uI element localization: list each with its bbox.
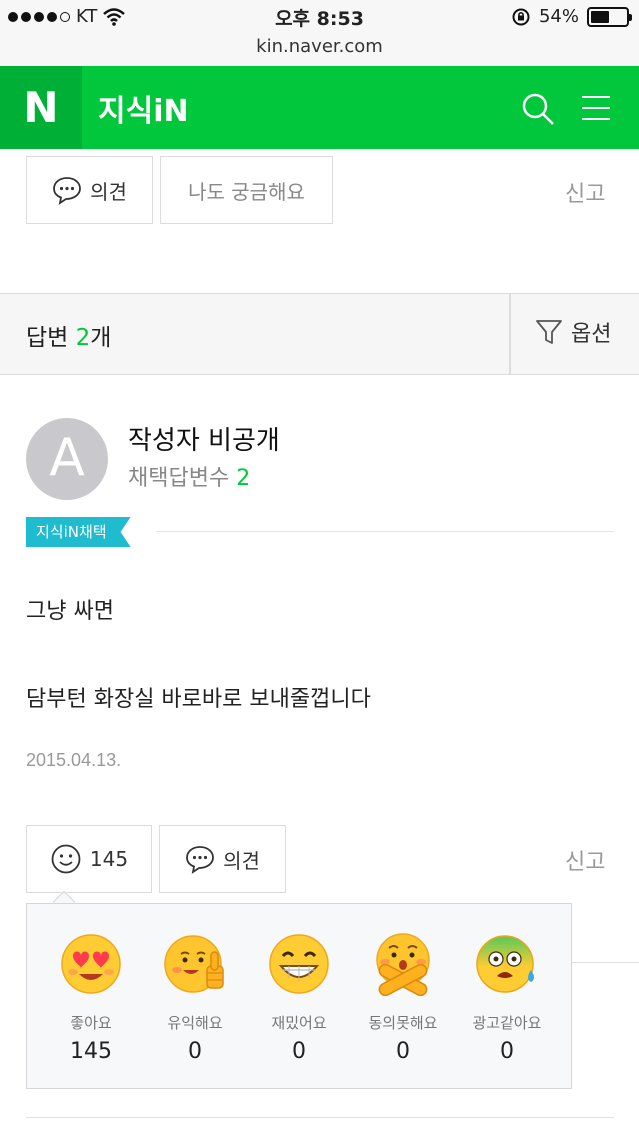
options-label: 옵션 xyxy=(571,322,612,347)
answer-date: 2015.04.13. xyxy=(26,750,122,770)
reaction-label: 좋아요 xyxy=(70,1014,112,1032)
opinion-label: 의견 xyxy=(223,848,260,873)
curious-label: 나도 궁금해요 xyxy=(188,179,305,204)
adopted-badge: 지식iN채택 xyxy=(26,517,131,547)
battery-icon xyxy=(587,6,632,27)
status-bar: KT 오후 8:53 54% xyxy=(0,0,639,36)
question-opinion-button[interactable]: 의견 xyxy=(26,156,153,224)
reaction-count: 0 xyxy=(188,1039,202,1064)
menu-icon[interactable] xyxy=(582,94,610,122)
answer-count: 답변 2개 xyxy=(26,325,112,351)
answer-line-2: 담부턴 화장실 바로바로 보내줄껍니다 xyxy=(26,687,371,712)
curious-too-button[interactable]: 나도 궁금해요 xyxy=(160,156,333,224)
speech-bubble-icon xyxy=(186,846,214,874)
naver-logo[interactable]: N xyxy=(0,66,82,149)
divider xyxy=(26,1117,614,1118)
battery-fill xyxy=(591,10,610,23)
divider xyxy=(156,531,614,532)
reaction-label: 광고같아요 xyxy=(472,1014,542,1032)
reaction-count: 0 xyxy=(500,1039,514,1064)
answer-opinion-button[interactable]: 의견 xyxy=(159,825,286,893)
heart-eyes-icon xyxy=(61,934,121,994)
thumbs-up-face-icon xyxy=(164,935,224,993)
status-right: 54% xyxy=(511,6,632,27)
reaction-label: 유익해요 xyxy=(167,1014,223,1032)
reaction-helpful[interactable]: 유익해요 0 xyxy=(143,932,247,1064)
avatar: A xyxy=(26,418,108,500)
page-title[interactable]: 지식iN xyxy=(98,86,189,130)
answer-count-number: 2 xyxy=(75,325,91,351)
divider xyxy=(509,294,511,374)
answers-header: 답변 2개 옵션 xyxy=(0,293,639,375)
search-icon[interactable] xyxy=(521,92,555,126)
crossed-arms-face-icon xyxy=(376,933,430,996)
answer-report-link[interactable]: 신고 xyxy=(565,844,605,876)
orientation-lock-icon xyxy=(512,8,530,25)
author-name: 작성자 비공개 xyxy=(128,426,280,456)
options-button[interactable]: 옵션 xyxy=(535,316,611,348)
reaction-funny[interactable]: 재밌어요 0 xyxy=(247,932,351,1064)
battery-percent: 54% xyxy=(538,6,579,27)
answer-line-1: 그냥 싸면 xyxy=(26,599,114,624)
sick-face-icon xyxy=(476,935,534,993)
grin-icon xyxy=(269,934,329,994)
reaction-label: 동의못해요 xyxy=(368,1014,438,1032)
reaction-label: 재밌어요 xyxy=(271,1014,327,1032)
reaction-count: 0 xyxy=(292,1039,306,1064)
question-report-link[interactable]: 신고 xyxy=(565,176,605,208)
reaction-count: 145 xyxy=(70,1039,112,1064)
like-count: 145 xyxy=(89,847,129,871)
opinion-label: 의견 xyxy=(90,179,127,204)
reaction-spam[interactable]: 광고같아요 0 xyxy=(455,932,559,1064)
reaction-button[interactable]: 145 xyxy=(26,825,152,893)
adopted-count: 채택답변수 2 xyxy=(128,466,251,491)
filter-icon xyxy=(536,320,562,344)
speech-bubble-icon xyxy=(53,177,81,205)
url-bar[interactable]: kin.naver.com xyxy=(0,34,639,66)
reaction-popup: 좋아요 145 유익해요 0 재밌어요 0 동의못해요 0 광고같아요 0 xyxy=(26,903,572,1089)
reaction-disagree[interactable]: 동의못해요 0 xyxy=(351,932,455,1064)
reaction-count: 0 xyxy=(396,1039,410,1064)
smile-icon xyxy=(51,844,81,874)
reaction-like[interactable]: 좋아요 145 xyxy=(39,932,143,1064)
app-header: N 지식iN xyxy=(0,66,639,149)
